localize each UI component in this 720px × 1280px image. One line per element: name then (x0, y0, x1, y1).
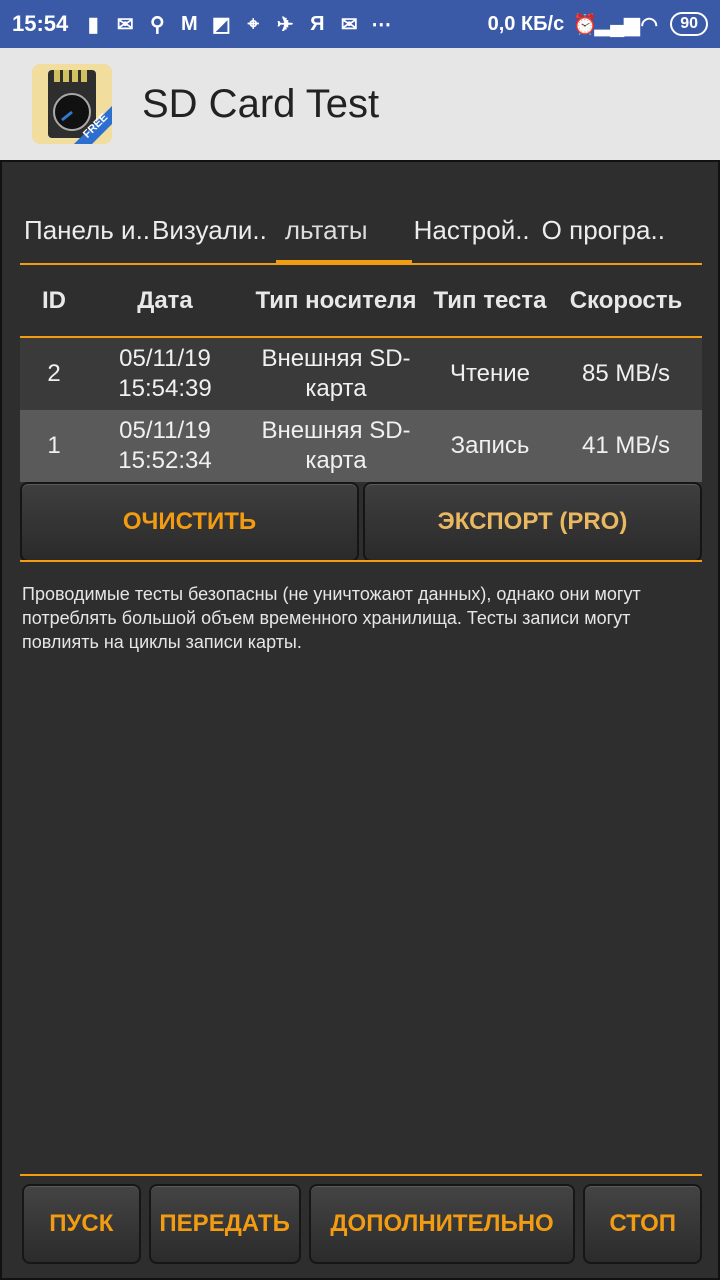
sd-card-icon: ▮ (87, 13, 99, 36)
tab-results[interactable]: льтаты (281, 215, 372, 246)
header-id[interactable]: ID (20, 287, 88, 315)
cell-test: Чтение (449, 360, 531, 387)
actions-divider (20, 560, 702, 562)
net-speed: 0,0 КБ/с (487, 12, 565, 35)
maps-icon: ⌖ (247, 12, 259, 35)
battery-indicator: 90 (670, 12, 708, 36)
table-row[interactable]: 1 05/11/19 15:52:34 Внешняя SD-карта Зап… (20, 410, 702, 482)
active-tab-indicator (276, 260, 412, 264)
table-row[interactable]: 2 05/11/19 15:54:39 Внешняя SD-карта Чте… (20, 338, 702, 410)
more-button[interactable]: ДОПОЛНИТЕЛЬНО (308, 1184, 576, 1264)
gmail-icon: M (180, 12, 198, 35)
bottom-divider (20, 1174, 702, 1176)
cell-speed: 85 MB/s (581, 360, 671, 387)
start-button[interactable]: ПУСК (22, 1184, 141, 1264)
keyhole-icon: ⚲ (149, 13, 165, 36)
tab-about[interactable]: О програ.. (538, 215, 669, 246)
alarm-off-icon: ⏰ (572, 13, 598, 36)
signal-icon: ▂▄▆ (594, 13, 640, 36)
tab-visualization[interactable]: Визуали.. (148, 215, 271, 246)
status-bar: 15:54 ▮ ✉ ⚲ M ◩ ⌖ ✈ Я ✉ ⋯ 0,0 КБ/с ⏰ ▂▄▆… (0, 0, 720, 48)
cell-media: Внешняя SD-карта (261, 417, 411, 474)
table-actions: ОЧИСТИТЬ ЭКСПОРТ (PRO) (20, 482, 702, 562)
wifi-icon: ◠ (640, 13, 658, 36)
header-test[interactable]: Тип теста (430, 285, 550, 317)
header-date[interactable]: Дата (88, 286, 242, 316)
app-title: SD Card Test (142, 81, 380, 126)
app-icon: FREE (32, 64, 112, 144)
send-button[interactable]: ПЕРЕДАТЬ (148, 1184, 301, 1264)
header-speed[interactable]: Скорость (550, 287, 702, 315)
content-frame: Панель и.. Визуали.. льтаты Настрой.. О … (0, 160, 720, 1280)
tab-panel[interactable]: Панель и.. (20, 215, 154, 246)
tab-settings[interactable]: Настрой.. (410, 215, 534, 246)
cell-date: 05/11/19 15:52:34 (118, 417, 212, 474)
sd-card-speedometer-icon (48, 70, 112, 144)
notification-icons: ▮ ✉ ⚲ M ◩ ⌖ ✈ Я ✉ ⋯ (82, 12, 392, 36)
more-icon: ⋯ (371, 13, 392, 36)
feather-icon: ✈ (276, 13, 294, 36)
stop-button[interactable]: СТОП (583, 1184, 702, 1264)
cell-date: 05/11/19 15:54:39 (118, 345, 212, 402)
tab-bar: Панель и.. Визуали.. льтаты Настрой.. О … (20, 198, 702, 262)
status-time: 15:54 (12, 11, 69, 36)
cell-speed: 41 MB/s (581, 432, 671, 459)
clear-button[interactable]: ОЧИСТИТЬ (20, 482, 359, 562)
document-icon: ◩ (211, 13, 231, 36)
cell-id: 2 (47, 360, 61, 387)
yandex-icon: Я (310, 12, 325, 35)
export-button[interactable]: ЭКСПОРТ (PRO) (363, 482, 702, 562)
cell-id: 1 (47, 432, 61, 459)
safety-notice: Проводимые тесты безопасны (не уничтожаю… (22, 584, 641, 652)
cell-test: Запись (450, 432, 530, 459)
cell-media: Внешняя SD-карта (261, 345, 411, 402)
app-bar: FREE SD Card Test (0, 48, 720, 160)
message-icon: ✉ (116, 13, 134, 36)
bottom-toolbar: ПУСК ПЕРЕДАТЬ ДОПОЛНИТЕЛЬНО СТОП (22, 1184, 702, 1264)
table-header: ID Дата Тип носителя Тип теста Скорость (20, 266, 702, 338)
status-right: 0,0 КБ/с ⏰ ▂▄▆ ◠ 90 (488, 12, 708, 36)
mail-icon: ✉ (340, 13, 358, 36)
header-media[interactable]: Тип носителя (242, 286, 430, 316)
results-table: ID Дата Тип носителя Тип теста Скорость … (20, 266, 702, 482)
